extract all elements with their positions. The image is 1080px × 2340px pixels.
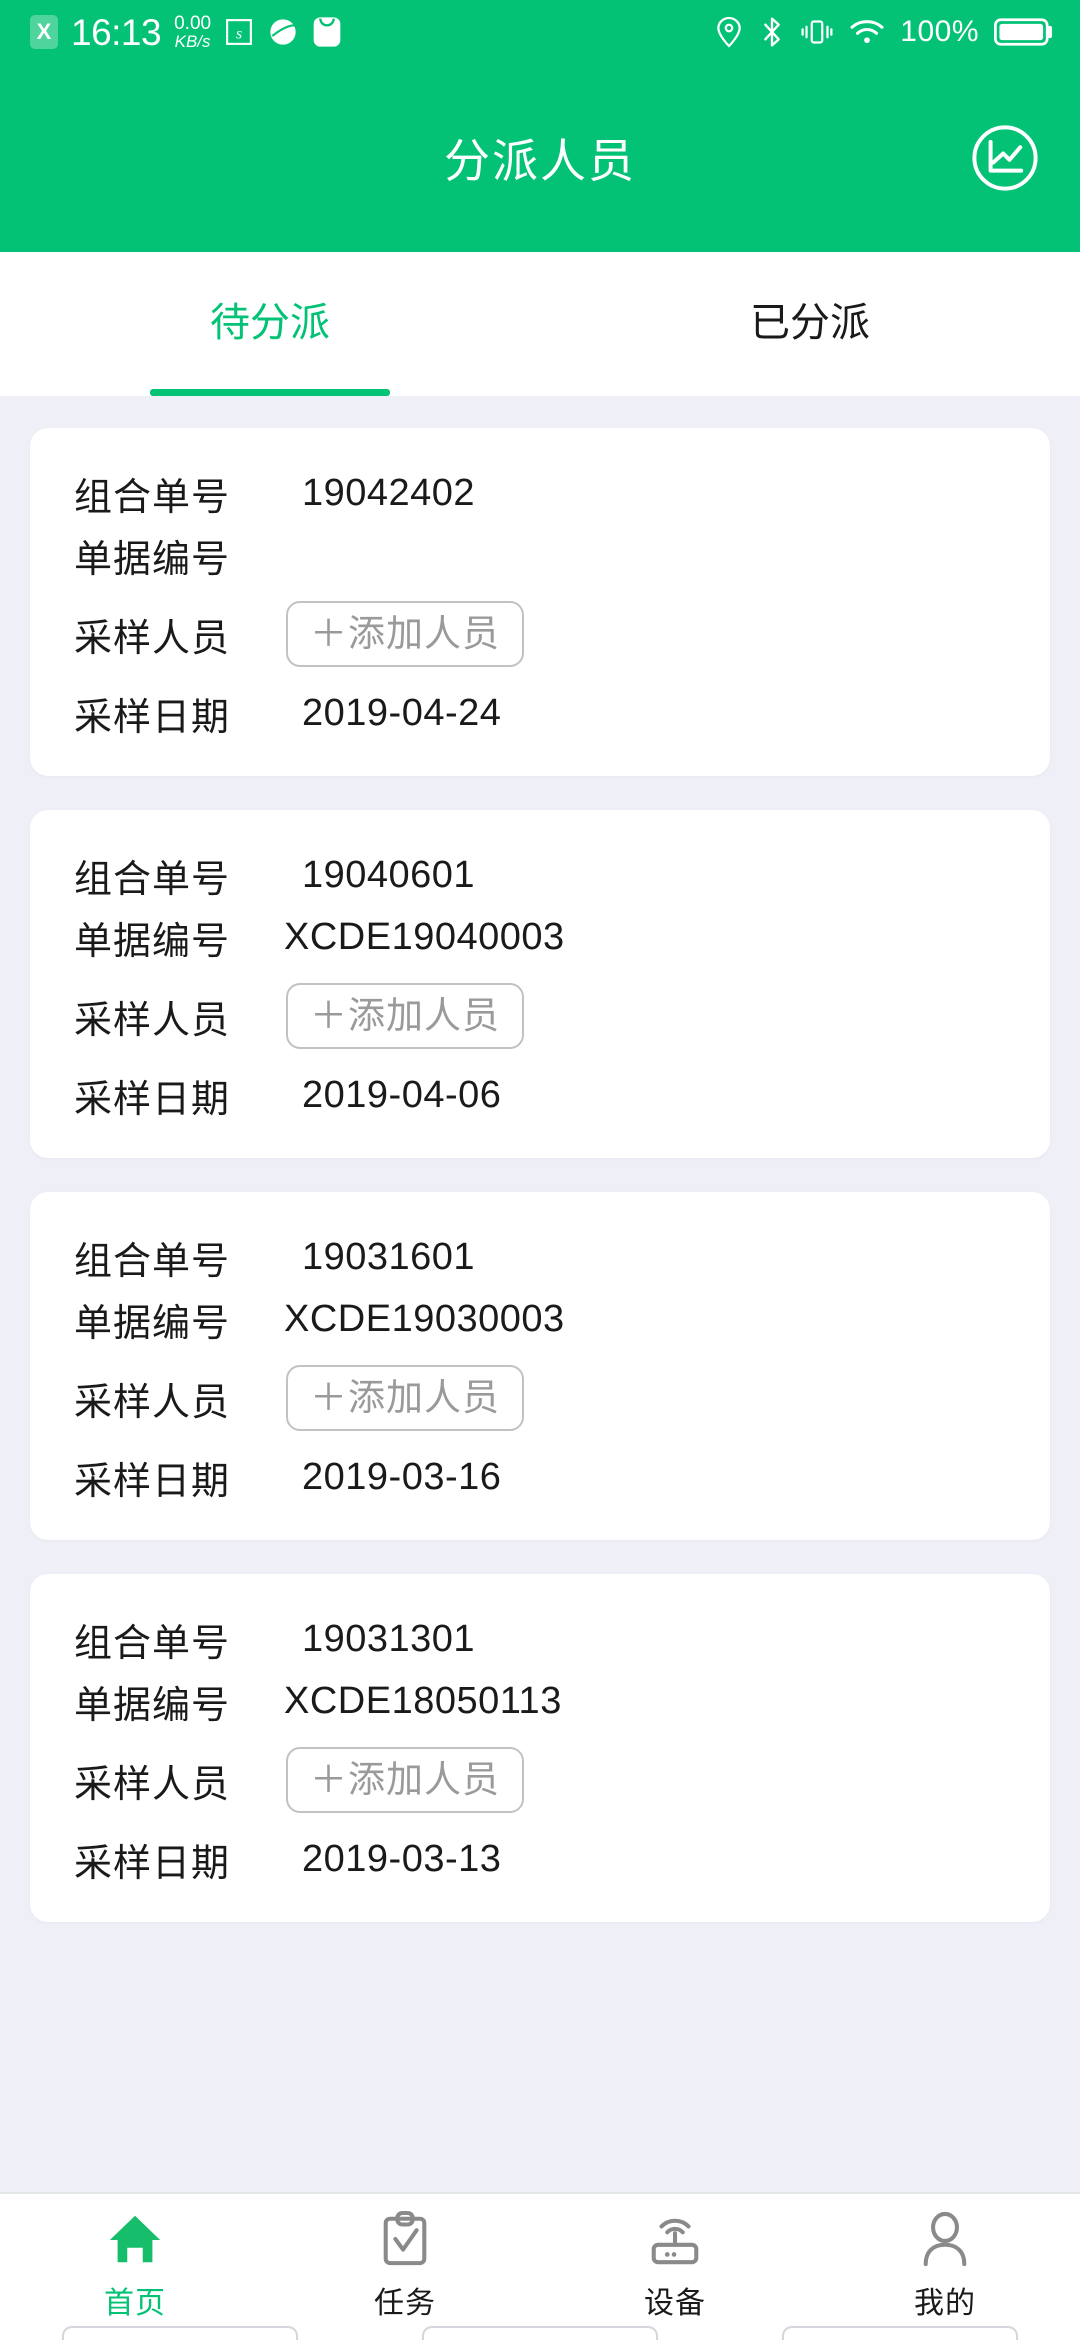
network-speed: 0.00 KB/s [174,12,212,52]
app-icon [312,16,342,48]
nav-label-profile: 我的 [914,2287,976,2320]
nav-label-home: 首页 [104,2287,166,2320]
nav-label-devices: 设备 [644,2287,706,2320]
page-title: 分派人员 [444,135,636,187]
label-combo-no: 组合单号 [74,1622,231,1665]
value-combo-no: 19031301 [302,1617,476,1660]
row-sample-date: 采样日期 2019-04-06 [30,1064,1050,1126]
person-icon [918,2208,972,2270]
label-combo-no: 组合单号 [74,476,231,519]
battery-percent-label: 100% [900,15,979,48]
list-item[interactable]: 组合单号 19040601 单据编号 XCDE19040003 采样人员 ＋添加… [30,810,1050,1158]
label-doc-no: 单据编号 [74,538,231,581]
add-person-button[interactable]: ＋添加人员 [286,600,524,668]
assignment-list[interactable]: 组合单号 19042402 单据编号 采样人员 ＋添加人员 采样日期 2019-… [0,396,1080,2192]
label-sampler: 采样人员 [74,1763,231,1806]
status-bar: X 16:13 0.00 KB/s s 100% [0,0,1080,64]
value-sample-date: 2019-03-16 [302,1455,502,1498]
sim-card-icon: X [30,15,58,49]
value-sample-date: 2019-03-13 [302,1837,502,1880]
list-item[interactable]: 组合单号 19031601 单据编号 XCDE19030003 采样人员 ＋添加… [30,1192,1050,1540]
bottom-navigation: 首页 任务 设备 我的 [0,2192,1080,2340]
row-sampler: 采样人员 ＋添加人员 [30,1350,1050,1446]
status-bar-right: 100% [714,16,1054,48]
value-combo-no: 19031601 [302,1235,476,1278]
row-combo-no: 组合单号 19040601 [30,844,1050,906]
label-sampler: 采样人员 [74,999,231,1042]
row-combo-no: 组合单号 19042402 [30,462,1050,524]
value-combo-no: 19040601 [302,853,476,896]
status-bar-left: X 16:13 0.00 KB/s s [30,11,342,53]
row-combo-no: 组合单号 19031301 [30,1608,1050,1670]
value-doc-no: XCDE18050113 [284,1679,562,1722]
row-sample-date: 采样日期 2019-03-13 [30,1828,1050,1890]
value-doc-no: XCDE19030003 [284,1297,565,1340]
label-combo-no: 组合单号 [74,1240,231,1283]
value-doc-no: XCDE19040003 [284,915,565,958]
row-sampler: 采样人员 ＋添加人员 [30,968,1050,1064]
row-doc-no: 单据编号 [30,524,1050,586]
battery-icon [994,17,1054,47]
svg-text:s: s [236,24,242,42]
bluetooth-icon [759,16,785,48]
app-screen: X 16:13 0.00 KB/s s 100% 分派人员 待分派 已分派 组合… [0,0,1080,2340]
tab-pending-assign[interactable]: 待分派 [0,252,540,396]
list-item[interactable]: 组合单号 19031301 单据编号 XCDE18050113 采样人员 ＋添加… [30,1574,1050,1922]
tab-bar: 待分派 已分派 [0,252,1080,396]
app-bar: 分派人员 [0,64,1080,252]
screenshot-icon: s [224,17,254,47]
nav-label-tasks: 任务 [374,2287,436,2320]
row-sampler: 采样人员 ＋添加人员 [30,1732,1050,1828]
value-sample-date: 2019-04-24 [302,691,502,734]
row-sample-date: 采样日期 2019-04-24 [30,682,1050,744]
location-icon [714,16,744,48]
browser-icon [267,16,299,48]
row-doc-no: 单据编号 XCDE19040003 [30,906,1050,968]
network-speed-value: 0.00 [174,12,212,34]
wifi-icon [849,17,885,47]
row-sampler: 采样人员 ＋添加人员 [30,586,1050,682]
add-person-button[interactable]: ＋添加人员 [286,1364,524,1432]
nav-item-profile[interactable]: 我的 [810,2208,1080,2340]
status-bar-clock: 16:13 [71,11,162,53]
statistics-icon[interactable] [968,121,1042,195]
label-sample-date: 采样日期 [74,1842,231,1885]
label-combo-no: 组合单号 [74,858,231,901]
row-doc-no: 单据编号 XCDE18050113 [30,1670,1050,1732]
label-sampler: 采样人员 [74,1381,231,1424]
clipboard-check-icon [378,2208,432,2270]
add-person-button[interactable]: ＋添加人员 [286,1746,524,1814]
value-sample-date: 2019-04-06 [302,1073,502,1116]
nav-item-devices[interactable]: 设备 [540,2208,810,2340]
network-speed-unit: KB/s [174,32,211,52]
vibrate-icon [800,16,834,48]
home-icon [106,2208,164,2270]
row-sample-date: 采样日期 2019-03-16 [30,1446,1050,1508]
tab-assigned[interactable]: 已分派 [540,252,1080,396]
nav-item-home[interactable]: 首页 [0,2208,270,2340]
label-sample-date: 采样日期 [74,696,231,739]
row-combo-no: 组合单号 19031601 [30,1226,1050,1288]
add-person-button[interactable]: ＋添加人员 [286,982,524,1050]
device-router-icon [646,2208,704,2270]
label-sample-date: 采样日期 [74,1460,231,1503]
label-doc-no: 单据编号 [74,1302,231,1345]
label-sample-date: 采样日期 [74,1078,231,1121]
label-sampler: 采样人员 [74,617,231,660]
value-combo-no: 19042402 [302,471,476,514]
nav-item-tasks[interactable]: 任务 [270,2208,540,2340]
row-doc-no: 单据编号 XCDE19030003 [30,1288,1050,1350]
label-doc-no: 单据编号 [74,1684,231,1727]
list-item[interactable]: 组合单号 19042402 单据编号 采样人员 ＋添加人员 采样日期 2019-… [30,428,1050,776]
label-doc-no: 单据编号 [74,920,231,963]
